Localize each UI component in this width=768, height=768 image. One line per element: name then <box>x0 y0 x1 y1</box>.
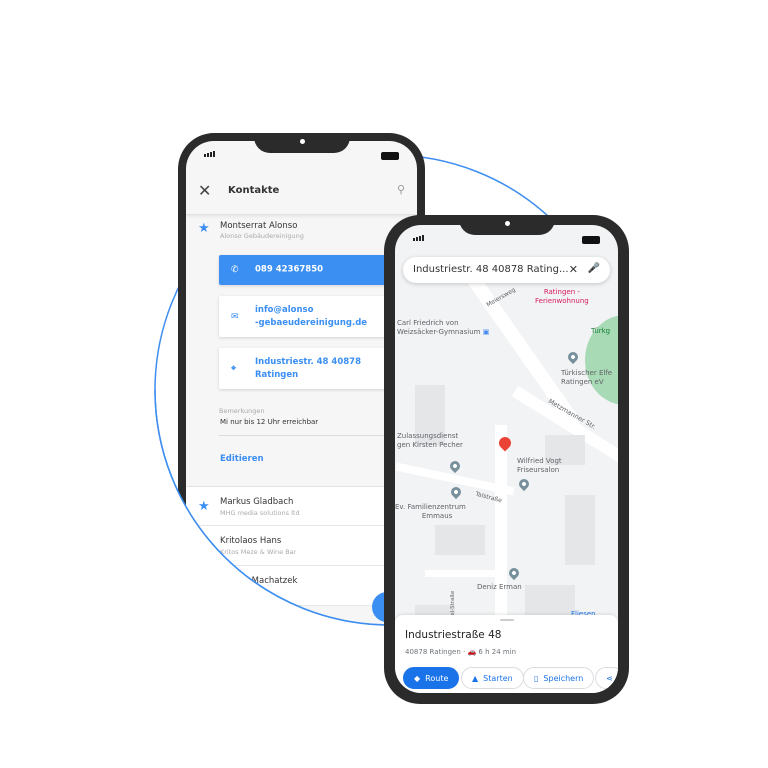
clear-icon[interactable]: ✕ <box>569 263 578 276</box>
maps-phone: Industriestr. 48 40878 Rating... ✕ 🎤 Rat… <box>384 215 629 704</box>
map-label[interactable]: Zulassungsdienst gen Kirsten Pecher <box>397 432 463 450</box>
map-screen: Industriestr. 48 40878 Rating... ✕ 🎤 Rat… <box>395 225 618 693</box>
notch <box>458 215 555 235</box>
place-pin-icon[interactable] <box>447 458 463 474</box>
route-button[interactable]: ◆ Route <box>403 667 460 689</box>
place-pin-icon[interactable] <box>516 476 532 492</box>
start-button[interactable]: ▲ Starten <box>461 667 524 689</box>
place-title: Industriestraße 48 <box>405 629 502 641</box>
battery-icon <box>582 236 600 244</box>
place-pin-icon[interactable] <box>506 565 522 581</box>
microphone-icon[interactable]: 🎤 <box>588 263 600 274</box>
search-bar[interactable]: Industriestr. 48 40878 Rating... ✕ 🎤 <box>403 257 610 283</box>
share-button[interactable]: ⋖ <box>595 667 618 689</box>
map-label[interactable]: Deniz Erman <box>477 583 522 592</box>
place-pin-icon[interactable] <box>565 349 581 365</box>
drag-handle[interactable] <box>499 619 514 621</box>
signal-icon <box>413 235 424 241</box>
directions-icon: ◆ <box>414 673 421 683</box>
bookmark-icon: ▯ <box>534 673 539 683</box>
save-button[interactable]: ▯ Speichern <box>523 667 595 689</box>
navigation-icon: ▲ <box>472 673 479 683</box>
search-input[interactable]: Industriestr. 48 40878 Rating... <box>413 264 569 275</box>
map-label[interactable]: Wilfried Vogt Friseursalon <box>517 457 562 475</box>
place-subtitle: 40878 Ratingen · 🚗 6 h 24 min <box>405 648 517 656</box>
place-pin-icon[interactable] <box>448 484 464 500</box>
share-icon: ⋖ <box>606 673 613 683</box>
map-label[interactable]: Türkg <box>591 327 610 336</box>
map-label[interactable]: Ev. Familienzentrum Emmaus <box>395 503 466 521</box>
map-label[interactable]: Türkischer Elfe Ratingen eV <box>561 369 612 387</box>
map-label[interactable]: Ratingen - Ferienwohnung <box>535 288 589 306</box>
place-sheet[interactable]: Industriestraße 48 40878 Ratingen · 🚗 6 … <box>395 615 618 693</box>
map-label[interactable]: Carl Friedrich von Weizsäcker-Gymnasium ▣ <box>397 319 489 337</box>
